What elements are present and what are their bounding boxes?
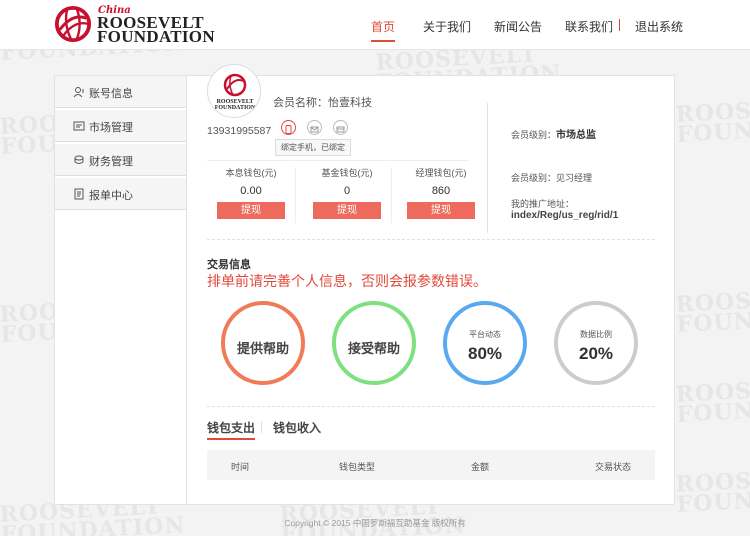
card-icon[interactable]: [333, 120, 348, 135]
sidebar-item-label: 财务管理: [89, 156, 133, 168]
top-header: China ROOSEVELT FOUNDATION 首页 关于我们 新闻公告 …: [0, 0, 750, 50]
sidebar-item-report[interactable]: 报单中心: [55, 178, 186, 210]
nav-news[interactable]: 新闻公告: [494, 18, 542, 35]
nav-active-underline: [371, 40, 395, 42]
avatar[interactable]: ROOSEVELT FOUNDATION: [207, 64, 261, 118]
globe-logo-icon: ROOSEVELT FOUNDATION: [215, 73, 256, 111]
column-header: 钱包类型: [339, 462, 376, 472]
withdraw-button[interactable]: 提现: [217, 202, 285, 219]
sidebar: 账号信息 市场管理 财务管理 报单中心: [54, 75, 187, 505]
column-header: 时间: [231, 462, 250, 472]
watermark: ROOSEVELTFOUNDATION: [674, 463, 750, 518]
ring-caption: 平台动态: [469, 330, 501, 339]
nav-home[interactable]: 首页: [371, 18, 395, 35]
email-icon[interactable]: [307, 120, 322, 135]
ring-percent: 80%: [467, 344, 503, 363]
phone-number: 13931995587: [207, 125, 272, 137]
wallet-value: 0.00: [240, 185, 262, 197]
sidebar-item-label: 市场管理: [89, 122, 133, 134]
nav-contact[interactable]: 联系我们: [565, 18, 613, 35]
ring-caption: 数据比例: [580, 330, 612, 339]
member-level: 会员级别：市场总监: [511, 130, 597, 141]
mobile-bound-icon[interactable]: [281, 120, 296, 135]
accept-help-button[interactable]: 接受帮助: [332, 301, 416, 385]
sidebar-item-finance[interactable]: 财务管理: [55, 144, 186, 176]
promo-address-label: 我的推广地址：: [511, 199, 575, 209]
wallet-label: 基金钱包(元): [321, 168, 373, 178]
withdraw-button[interactable]: 提现: [407, 202, 475, 219]
withdraw-button[interactable]: 提现: [313, 202, 381, 219]
globe-logo-icon: [54, 5, 92, 43]
svg-text:FOUNDATION: FOUNDATION: [215, 105, 256, 111]
user-icon: [73, 87, 84, 98]
tab-wallet-income[interactable]: 钱包收入: [273, 419, 321, 436]
watermark: ROOSEVELTFOUNDATION: [674, 93, 750, 148]
vertical-divider: [487, 103, 488, 233]
wallet-manager: 经理钱包(元) 860 提现: [397, 161, 485, 231]
tab-separator: [261, 421, 262, 433]
warning-message: 排单前请完善个人信息，否则会报参数错误。: [207, 273, 487, 289]
wallet-label: 经理钱包(元): [415, 168, 467, 178]
bind-tooltip: 绑定手机，已绑定: [275, 139, 351, 156]
wallet-fund: 基金钱包(元) 0 提现: [303, 161, 391, 231]
dotted-divider: [207, 239, 655, 240]
sidebar-item-label: 账号信息: [89, 88, 133, 100]
trade-info-title: 交易信息: [207, 259, 251, 271]
ring-label: 提供帮助: [236, 341, 289, 356]
nav-logout[interactable]: 退出系统: [635, 18, 683, 35]
dotted-divider: [207, 406, 655, 407]
member-name: 会员名称：怡壹科技: [273, 97, 372, 109]
provide-help-button[interactable]: 提供帮助: [221, 301, 305, 385]
column-header: 交易状态: [595, 462, 632, 472]
brand-logo[interactable]: China ROOSEVELT FOUNDATION: [54, 5, 215, 46]
platform-dynamic-gauge: 平台动态 80%: [443, 301, 527, 385]
watermark: ROOSEVELTFOUNDATION: [674, 373, 750, 428]
wallet-label: 本息钱包(元): [225, 168, 277, 178]
sidebar-item-label: 报单中心: [89, 190, 133, 202]
wallet-divider: [391, 167, 392, 223]
wallet-summary: 本息钱包(元) 0.00 提现 基金钱包(元) 0 提现 经理钱包(元) 860…: [207, 160, 475, 236]
finance-icon: [74, 155, 84, 164]
wallet-principal: 本息钱包(元) 0.00 提现: [207, 161, 295, 231]
wallet-divider: [295, 167, 296, 223]
market-icon: [73, 121, 85, 131]
ring-label: 接受帮助: [347, 341, 400, 356]
table-header: 时间 钱包类型 金额 交易状态: [207, 450, 655, 480]
sidebar-item-market[interactable]: 市场管理: [55, 110, 186, 142]
column-header: 金额: [471, 462, 490, 472]
tab-wallet-expense[interactable]: 钱包支出: [207, 419, 256, 440]
manager-level: 会员级别：见习经理: [511, 173, 593, 183]
watermark: ROOSEVELTFOUNDATION: [674, 283, 750, 338]
brand-line3: FOUNDATION: [97, 27, 215, 46]
data-ratio-gauge: 数据比例 20%: [554, 301, 638, 385]
promo-url[interactable]: index/Reg/us_reg/rid/1: [511, 210, 618, 221]
footer-copyright: Copyright © 2015 中国罗斯福互助基金 版权所有: [284, 518, 466, 528]
sidebar-item-account[interactable]: 账号信息: [55, 76, 186, 108]
ring-percent: 20%: [578, 344, 614, 363]
nav-about[interactable]: 关于我们: [423, 18, 471, 35]
wallet-value: 0: [343, 185, 351, 197]
nav-separator: [619, 19, 620, 31]
wallet-value: 860: [431, 185, 451, 197]
report-icon: [74, 188, 84, 200]
main-panel: ROOSEVELT FOUNDATION 会员名称：怡壹科技 139319955…: [187, 64, 675, 505]
